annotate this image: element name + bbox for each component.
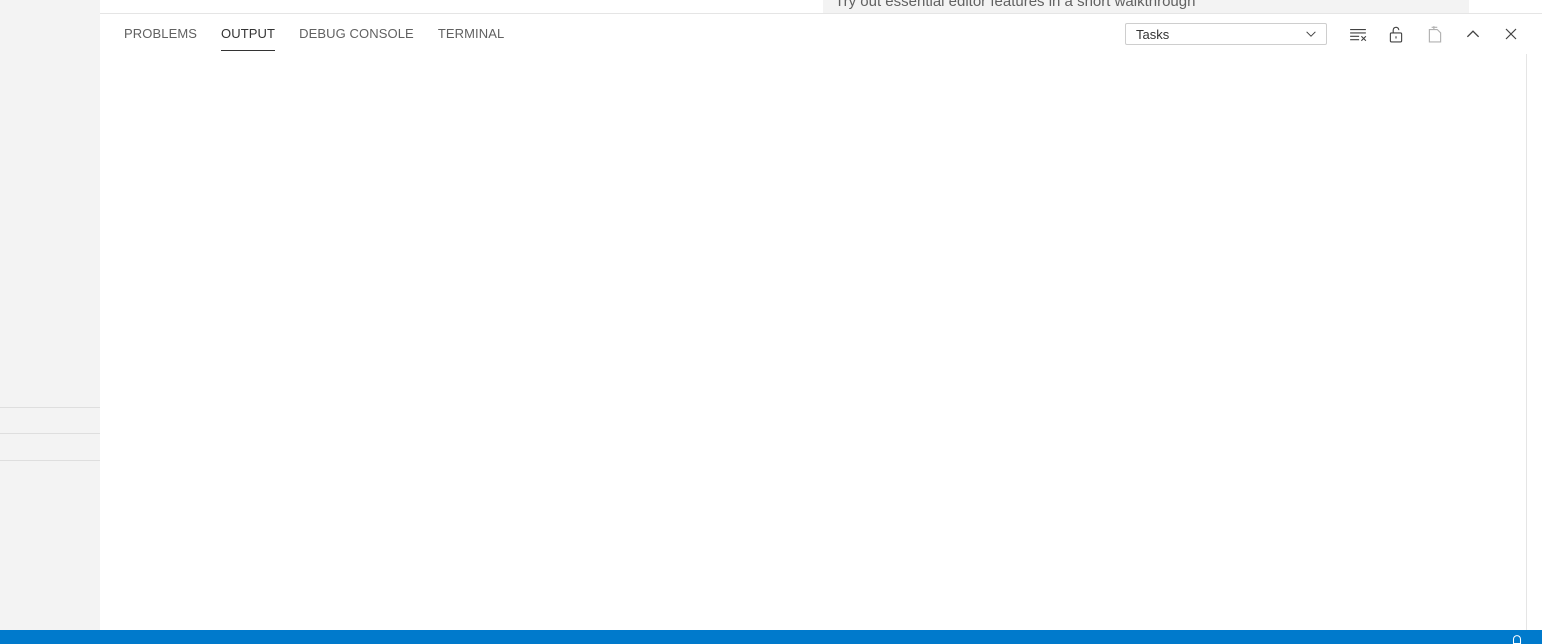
chevron-down-icon [1306,31,1316,37]
clear-output-button[interactable] [1348,24,1368,44]
sidebar-divider [0,460,100,461]
tab-output[interactable]: OUTPUT [221,14,276,54]
walkthrough-text: Try out essential editor features in a s… [835,0,1196,10]
open-log-file-icon [1428,26,1442,43]
toggle-auto-scroll-button[interactable] [1386,24,1406,44]
bottom-panel: PROBLEMS OUTPUT DEBUG CONSOLE TERMINAL T… [100,14,1542,630]
maximize-panel-button[interactable] [1463,24,1483,44]
walkthrough-card[interactable]: Try out essential editor features in a s… [823,0,1469,13]
sidebar-divider [0,433,100,434]
unlock-scroll-icon [1389,26,1403,43]
tab-debug-console[interactable]: DEBUG CONSOLE [299,14,414,54]
tab-terminal[interactable]: TERMINAL [438,14,505,54]
output-scrollbar[interactable] [1526,54,1527,630]
close-panel-button[interactable] [1501,24,1521,44]
close-icon [1505,28,1517,40]
output-channel-value: Tasks [1136,27,1170,42]
sidebar [0,0,100,630]
bell-icon[interactable] [1510,633,1524,644]
vscode-window: Try out essential editor features in a s… [0,0,1542,644]
tab-problems[interactable]: PROBLEMS [124,14,197,54]
chevron-up-icon [1466,30,1480,38]
clear-output-icon [1350,28,1367,42]
sidebar-divider [0,407,100,408]
open-log-file-button[interactable] [1425,24,1445,44]
status-bar [0,630,1542,644]
panel-tabs: PROBLEMS OUTPUT DEBUG CONSOLE TERMINAL [124,14,528,54]
output-channel-select[interactable]: Tasks [1125,23,1327,45]
editor-area: Try out essential editor features in a s… [100,0,1542,14]
